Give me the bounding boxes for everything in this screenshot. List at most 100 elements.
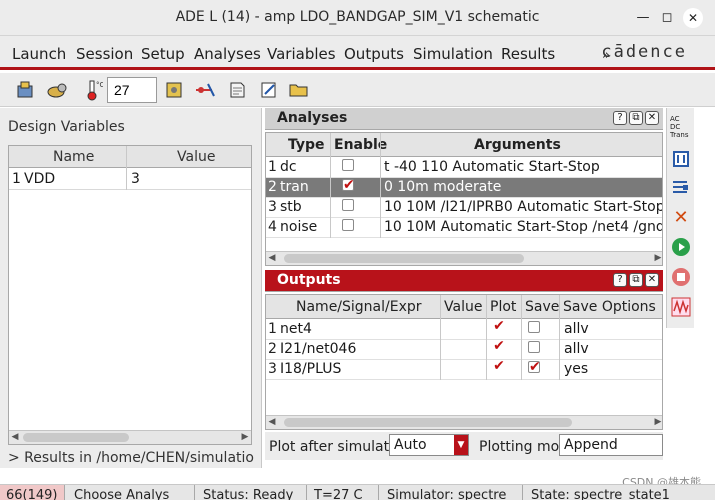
- scroll-left-icon[interactable]: ◀: [9, 431, 21, 444]
- scroll-right-icon[interactable]: ▶: [652, 252, 662, 265]
- column-header-name[interactable]: Name: [53, 149, 94, 165]
- scroll-thumb[interactable]: [284, 254, 524, 263]
- column-header-save-options[interactable]: Save Options: [563, 299, 656, 315]
- thermometer-icon: °C: [82, 79, 106, 101]
- plotting-mode-select[interactable]: Append: [559, 434, 663, 456]
- help-icon[interactable]: ?: [613, 111, 627, 125]
- table-row[interactable]: 1 net4 ✔ allv: [266, 319, 662, 340]
- table-row[interactable]: 1 dc t -40 110 Automatic Start-Stop: [266, 158, 662, 178]
- results-path: > Results in /home/CHEN/simulatio: [8, 450, 254, 466]
- stop-icon[interactable]: [670, 266, 692, 288]
- waveform-icon[interactable]: [670, 296, 692, 318]
- scroll-thumb[interactable]: [284, 418, 572, 427]
- plot-options-bar: Plot after simulat Auto ▼ Plotting mo Ap…: [265, 432, 663, 460]
- table-row[interactable]: 4 noise 10 10M Automatic Start-Stop /net…: [266, 218, 662, 238]
- menu-launch[interactable]: Launch: [12, 45, 66, 63]
- plot-checkbox[interactable]: ✔: [493, 359, 505, 373]
- output-name: net4: [280, 321, 312, 337]
- trans-label: Trans: [670, 131, 689, 139]
- load-state-icon[interactable]: [14, 79, 38, 101]
- row-number: 2: [268, 341, 277, 357]
- ac-dc-trans-icon[interactable]: AC DC Trans: [670, 112, 692, 142]
- netlist-run-icon[interactable]: [670, 176, 692, 198]
- setup-outputs-icon[interactable]: [225, 79, 249, 101]
- status-counter: 66(149): [0, 485, 64, 500]
- chevron-down-icon[interactable]: ▼: [454, 435, 468, 455]
- design-variables-table[interactable]: Name Value 1 VDD 3 ◀ ▶: [8, 145, 252, 445]
- design-variables-heading: Design Variables: [8, 119, 125, 135]
- output-name: I21/net046: [280, 341, 357, 357]
- menu-simulation[interactable]: Simulation: [413, 45, 493, 63]
- column-header-value[interactable]: Value: [444, 299, 482, 315]
- netlist-icon[interactable]: [257, 79, 281, 101]
- enable-checkbox[interactable]: [342, 159, 354, 171]
- plot-after-select[interactable]: Auto ▼: [389, 434, 469, 456]
- enable-checkbox[interactable]: [342, 199, 354, 211]
- row-number: 1: [268, 159, 277, 175]
- save-checkbox[interactable]: ✔: [528, 360, 541, 374]
- column-header-value[interactable]: Value: [177, 149, 215, 165]
- dc-label: DC: [670, 123, 681, 131]
- scroll-right-icon[interactable]: ▶: [652, 416, 662, 429]
- delete-icon[interactable]: ✕: [670, 206, 692, 228]
- plot-checkbox[interactable]: ✔: [493, 319, 505, 333]
- menu-setup[interactable]: Setup: [141, 45, 185, 63]
- variable-name[interactable]: VDD: [24, 171, 55, 187]
- help-icon[interactable]: ?: [613, 273, 627, 287]
- tune-icon[interactable]: [670, 148, 692, 170]
- enable-checkbox[interactable]: [342, 219, 354, 231]
- save-checkbox[interactable]: [528, 341, 540, 353]
- menu-outputs[interactable]: Outputs: [344, 45, 404, 63]
- table-row[interactable]: 1 VDD 3: [9, 169, 251, 190]
- window-title: ADE L (14) - amp LDO_BANDGAP_SIM_V1 sche…: [175, 9, 540, 25]
- horizontal-scrollbar[interactable]: ◀ ▶: [9, 430, 251, 444]
- row-number: 1: [268, 321, 277, 337]
- menu-bar: Launch Session Setup Analyses Variables …: [0, 36, 715, 70]
- column-divider: [126, 146, 127, 190]
- scroll-right-icon[interactable]: ▶: [239, 431, 251, 444]
- menu-session[interactable]: Session: [76, 45, 133, 63]
- column-divider: [486, 295, 487, 380]
- float-icon[interactable]: ⧉: [629, 111, 643, 125]
- column-header-type[interactable]: Type: [288, 137, 325, 153]
- status-separator: [306, 485, 307, 500]
- status-ready: Status: Ready: [203, 488, 294, 500]
- save-state-icon[interactable]: [45, 79, 69, 101]
- run-icon[interactable]: [670, 236, 692, 258]
- table-row[interactable]: 2 tran ✔ 0 10m moderate: [266, 178, 662, 198]
- close-icon[interactable]: ✕: [645, 111, 659, 125]
- row-number: 4: [268, 219, 277, 235]
- minimize-icon[interactable]: —: [633, 8, 653, 28]
- column-divider: [380, 133, 381, 238]
- close-icon[interactable]: ✕: [683, 8, 703, 28]
- save-checkbox[interactable]: [528, 321, 540, 333]
- temperature-input[interactable]: [107, 77, 157, 103]
- outputs-panel-header: Outputs ? ⧉ ✕: [265, 270, 663, 292]
- close-icon[interactable]: ✕: [645, 273, 659, 287]
- table-row[interactable]: 2 I21/net046 ✔ allv: [266, 339, 662, 360]
- design-variables-panel: Design Variables Name Value 1 VDD 3 ◀ ▶: [0, 108, 262, 468]
- enable-checkbox[interactable]: ✔: [342, 178, 355, 192]
- open-folder-icon[interactable]: [287, 79, 311, 101]
- column-header-arguments[interactable]: Arguments: [474, 137, 561, 153]
- column-header-save[interactable]: Save: [525, 299, 559, 315]
- column-header-name[interactable]: Name/Signal/Expr: [296, 299, 422, 315]
- table-row[interactable]: 3 I18/PLUS ✔ ✔ yes: [266, 359, 662, 380]
- menu-analyses[interactable]: Analyses: [194, 45, 261, 63]
- scroll-left-icon[interactable]: ◀: [266, 416, 278, 429]
- maximize-icon[interactable]: ◻: [657, 8, 677, 28]
- horizontal-scrollbar[interactable]: ◀ ▶: [266, 251, 662, 265]
- choose-analysis-icon[interactable]: [162, 79, 186, 101]
- edit-variables-icon[interactable]: [193, 79, 217, 101]
- plot-checkbox[interactable]: ✔: [493, 339, 505, 353]
- menu-variables[interactable]: Variables: [267, 45, 336, 63]
- column-header-plot[interactable]: Plot: [490, 299, 516, 315]
- scroll-left-icon[interactable]: ◀: [266, 252, 278, 265]
- float-icon[interactable]: ⧉: [629, 273, 643, 287]
- horizontal-scrollbar[interactable]: ◀ ▶: [266, 415, 662, 429]
- variable-value[interactable]: 3: [131, 171, 140, 187]
- table-row[interactable]: 3 stb 10 10M /I21/IPRB0 Automatic Start-…: [266, 198, 662, 218]
- menu-results[interactable]: Results: [501, 45, 555, 63]
- scroll-thumb[interactable]: [23, 433, 129, 442]
- analysis-type: tran: [280, 179, 309, 195]
